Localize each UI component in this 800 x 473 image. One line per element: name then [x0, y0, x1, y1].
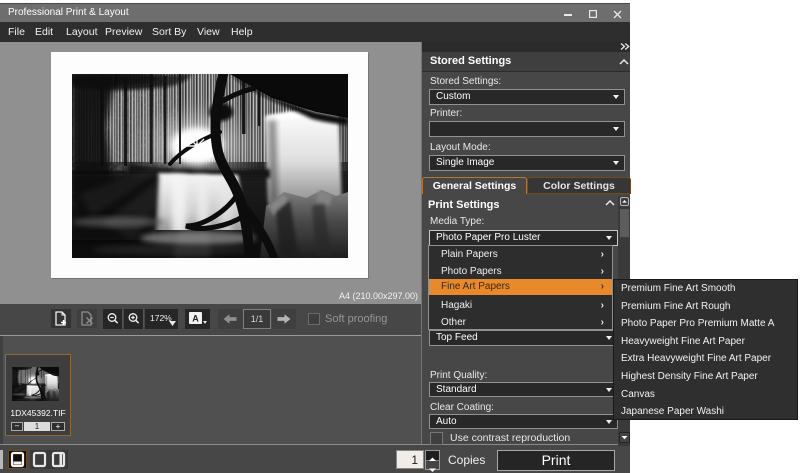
- svg-text:A: A: [192, 314, 199, 324]
